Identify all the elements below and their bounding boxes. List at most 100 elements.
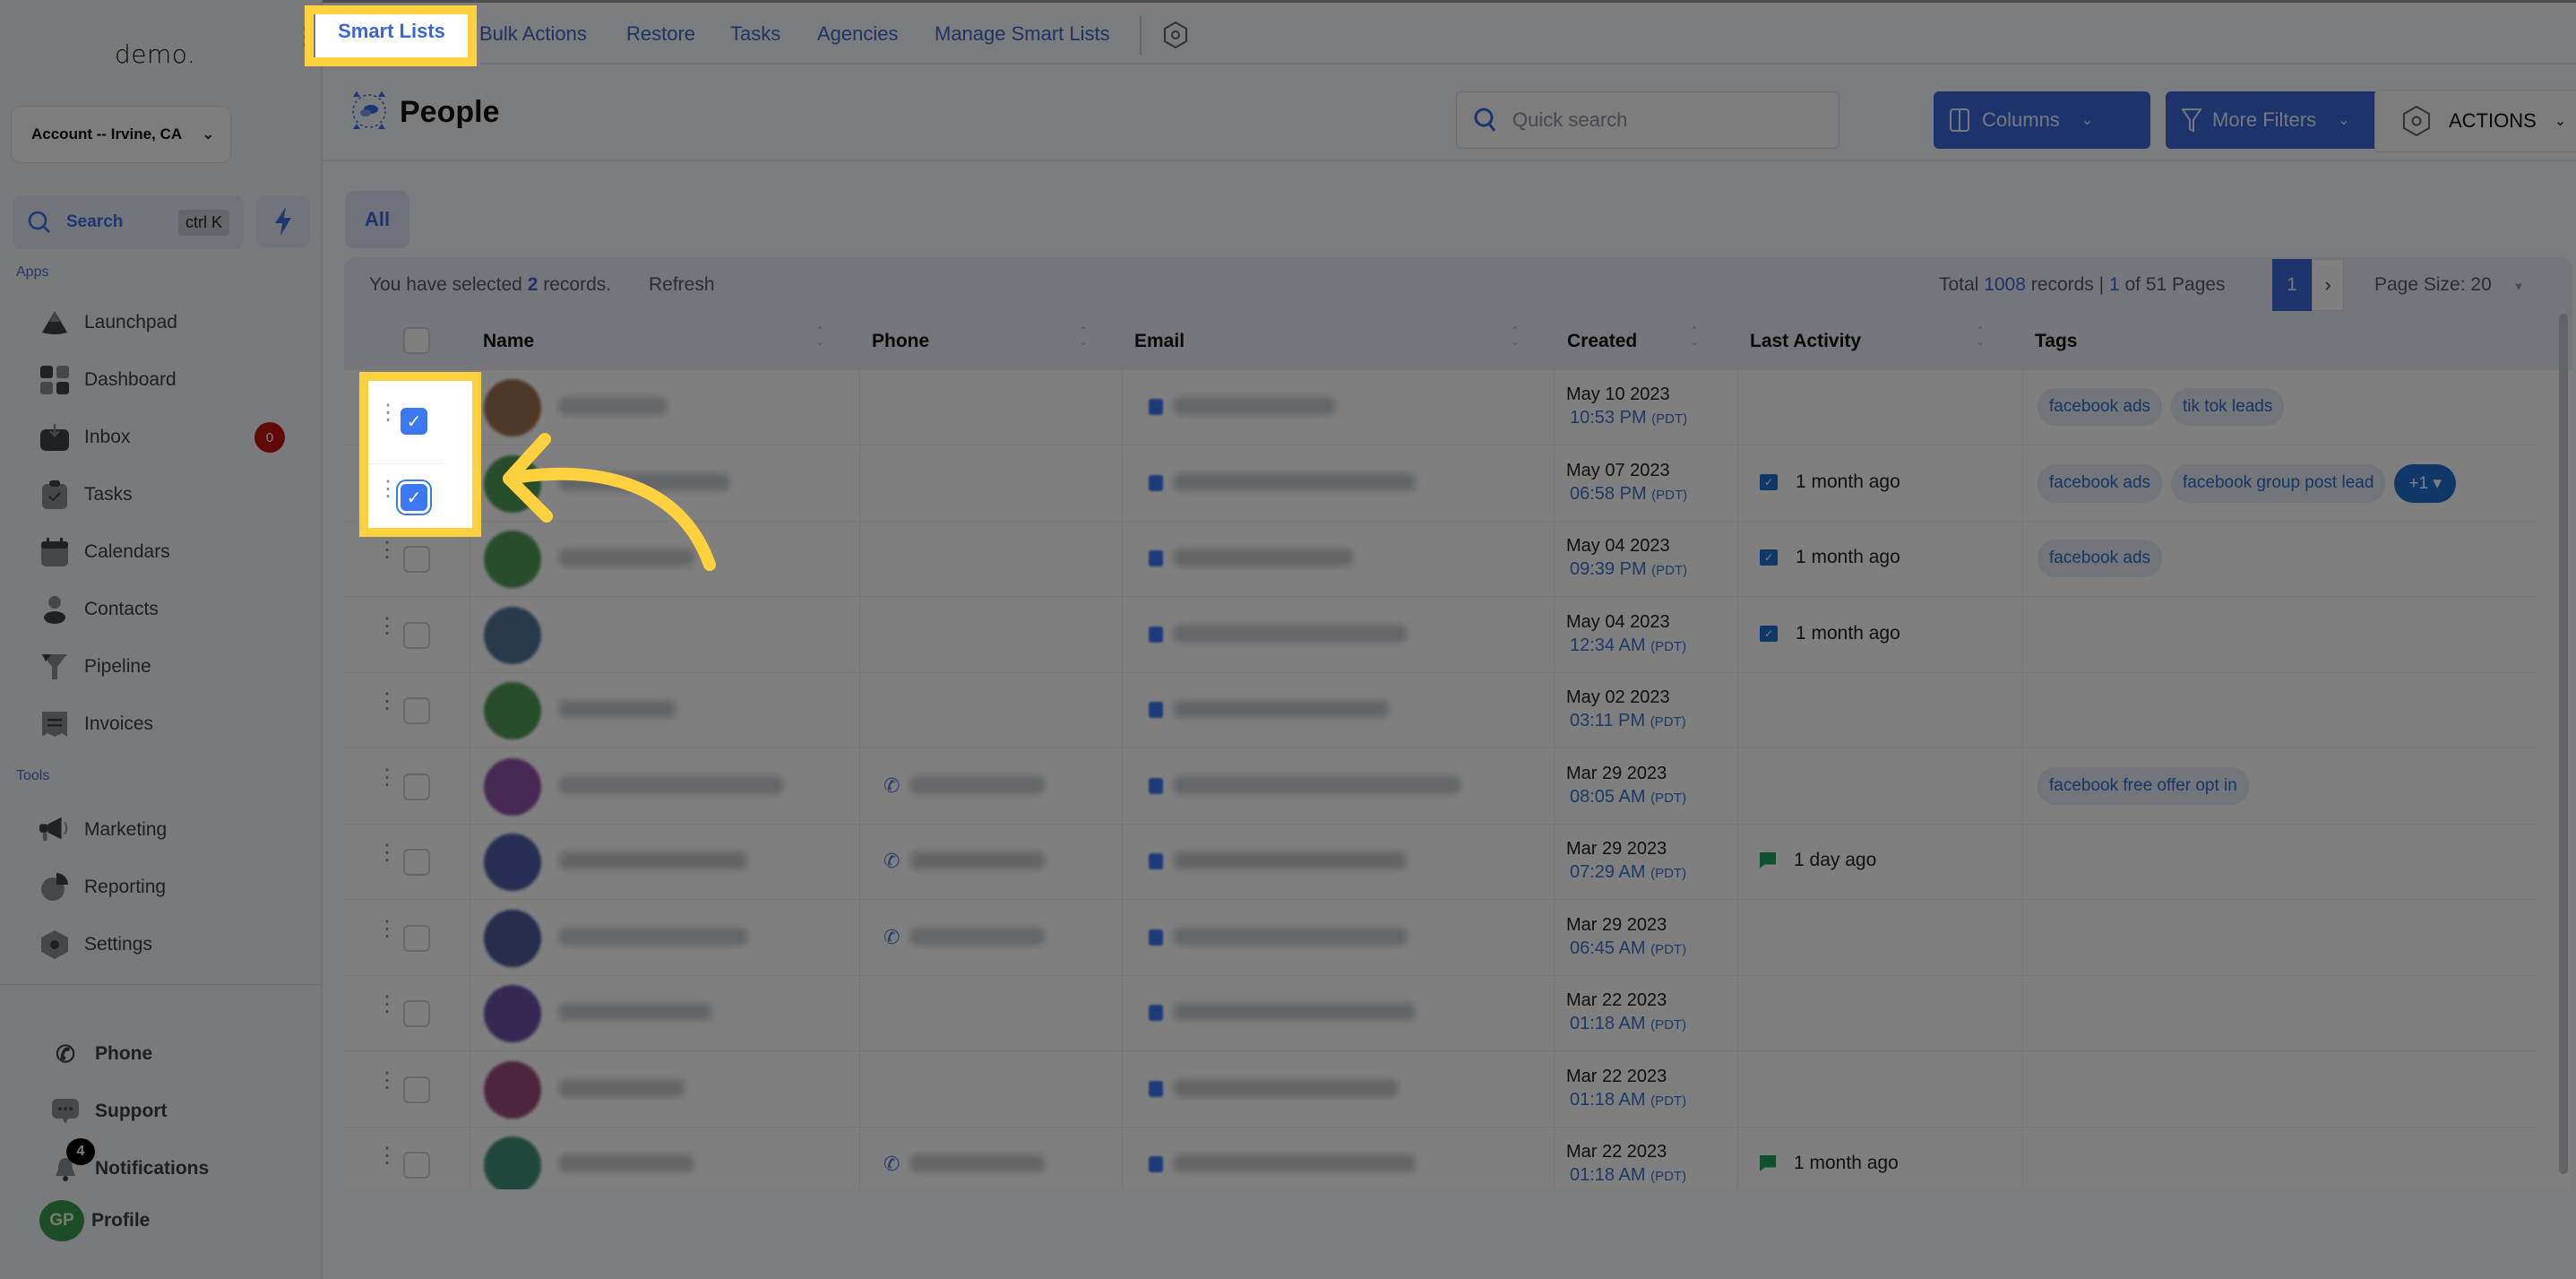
tab-all[interactable]: All [345,191,409,248]
email-redacted[interactable] [1174,397,1335,415]
tag-chip[interactable]: facebook ads [2038,463,2163,503]
contact-name-redacted[interactable] [559,1154,694,1172]
row-menu-icon[interactable]: ⋮ [376,1069,398,1091]
sidebar-item-inbox[interactable]: Inbox 0 [39,418,299,457]
page-size-select[interactable]: Page Size: 20 ▼ [2374,274,2524,296]
contact-name-redacted[interactable] [559,1003,711,1021]
table-row[interactable]: ⋮✓May 10 202310:53 PM (PDT)facebook adst… [344,370,2539,445]
quick-search-input[interactable] [1512,108,1817,132]
row-checkbox[interactable] [403,697,430,724]
table-row[interactable]: ⋮ ✆ Mar 29 2023 07:29 AM (PDT) 1 day ago [344,825,2539,900]
sort-icon[interactable]: ⌃ ⌄ [1690,325,1699,347]
contact-name-redacted[interactable] [559,549,694,566]
column-header-tags[interactable]: Tags [2035,331,2077,352]
column-header-created[interactable]: Created [1567,331,1637,352]
tab-manage-smart-lists[interactable]: Manage Smart Lists [935,22,1110,46]
tab-agencies[interactable]: Agencies [817,22,899,46]
sidebar-search-button[interactable]: Search ctrl K [13,195,244,249]
more-tags-button[interactable]: +1 ▾ [2394,463,2456,503]
contact-name-redacted[interactable] [559,472,729,491]
row-menu-icon[interactable]: ⋮ [376,1145,398,1167]
sidebar-item-dashboard[interactable]: Dashboard [39,360,299,400]
tag-chip[interactable]: facebook free offer opt in [2038,766,2249,805]
email-redacted[interactable] [1174,851,1407,869]
columns-button[interactable]: Columns ⌄ [1934,91,2150,149]
column-header-last-activity[interactable]: Last Activity [1750,331,1861,352]
refresh-link[interactable]: Refresh [649,274,715,296]
tab-tasks[interactable]: Tasks [730,22,780,46]
sort-icon[interactable]: ⌃ ⌄ [1511,325,1520,347]
sidebar-item-contacts[interactable]: Contacts [39,590,299,629]
sort-icon[interactable]: ⌃ ⌄ [1976,325,1985,347]
sidebar-item-invoices[interactable]: Invoices [39,704,299,744]
contact-name-redacted[interactable] [559,775,783,794]
table-row[interactable]: ⋮ May 04 2023 12:34 AM (PDT) ✓ 1 month ago [344,598,2539,673]
phone-number-redacted[interactable] [910,1154,1045,1172]
table-row[interactable]: ⋮ May 02 2023 03:11 PM (PDT) [344,673,2539,748]
row-menu-icon[interactable]: ⋮ [376,615,398,636]
email-redacted[interactable] [1174,1003,1416,1021]
email-redacted[interactable] [1174,775,1460,794]
email-redacted[interactable] [1174,472,1416,491]
email-redacted[interactable] [1174,927,1407,946]
table-row[interactable]: ⋮ ✆ Mar 22 2023 01:18 AM (PDT) 1 month ago [344,1128,2539,1189]
email-redacted[interactable] [1174,1154,1416,1172]
sidebar-item-profile[interactable]: GP Profile [39,1200,299,1241]
select-all-checkbox[interactable] [403,327,430,354]
sidebar-item-calendars[interactable]: Calendars [39,532,299,572]
contact-name-redacted[interactable] [559,1078,685,1097]
row-checkbox[interactable] [403,773,430,800]
table-row[interactable]: ⋮ May 04 2023 09:39 PM (PDT) ✓ 1 month ago fa… [344,522,2539,597]
sort-icon[interactable]: ⌃ ⌄ [1079,325,1088,347]
quick-search-field[interactable] [1456,91,1839,149]
table-scrollbar[interactable] [2559,314,2568,1174]
sidebar-item-launchpad[interactable]: Launchpad [39,303,299,342]
contact-name-redacted[interactable] [559,927,747,946]
column-header-email[interactable]: Email [1134,331,1185,352]
column-header-name[interactable]: Name [483,331,534,352]
row-menu-icon[interactable]: ⋮ [376,766,398,788]
email-redacted[interactable] [1174,624,1407,643]
table-row[interactable]: ⋮✓May 07 202306:58 PM (PDT)✓1 month agof… [344,446,2539,522]
tag-chip[interactable]: facebook ads [2038,540,2163,577]
tab-restore[interactable]: Restore [626,22,695,46]
page-1-button[interactable]: 1 [2272,259,2312,311]
more-filters-button[interactable]: More Filters ⌄ [2166,91,2390,149]
row-checkbox[interactable] [403,1000,430,1027]
row-checkbox[interactable] [403,1152,430,1179]
email-redacted[interactable] [1174,1078,1398,1097]
table-row[interactable]: ⋮ Mar 22 2023 01:18 AM (PDT) [344,976,2539,1051]
sidebar-item-phone[interactable]: ✆ Phone [50,1034,310,1074]
tag-chip[interactable]: facebook group post lead [2171,463,2386,503]
table-row[interactable]: ⋮ ✆ Mar 29 2023 06:45 AM (PDT) [344,901,2539,976]
quick-actions-button[interactable] [256,195,310,247]
contact-name-redacted[interactable] [559,851,747,869]
sidebar-item-tasks[interactable]: Tasks [39,475,299,514]
sidebar-item-pipeline[interactable]: Pipeline [39,647,299,687]
row-menu-icon[interactable]: ⋮ [376,540,398,561]
contact-name-redacted[interactable] [559,397,667,415]
settings-gear-icon[interactable] [1163,21,1188,54]
email-redacted[interactable] [1174,700,1389,718]
account-switcher[interactable]: Account -- Irvine, CA ⌄ [11,106,231,163]
tag-chip[interactable]: facebook ads [2038,388,2163,426]
row-menu-icon[interactable]: ⋮ [376,843,398,864]
sidebar-item-settings[interactable]: Settings [39,925,299,964]
row-menu-icon[interactable]: ⋮ [376,691,398,713]
phone-number-redacted[interactable] [910,927,1045,946]
next-page-button[interactable]: › [2312,259,2344,311]
row-checkbox[interactable] [403,546,430,573]
row-menu-icon[interactable]: ⋮ [376,994,398,1015]
row-menu-icon[interactable]: ⋮ [376,918,398,939]
row-checkbox[interactable] [403,1076,430,1103]
row-checkbox[interactable] [403,849,430,876]
contact-name-redacted[interactable] [559,700,676,718]
email-redacted[interactable] [1174,549,1353,566]
actions-button[interactable]: ACTIONS ⌄ [2374,90,2576,152]
tag-chip[interactable]: tik tok leads [2171,388,2285,426]
tab-bulk-actions[interactable]: Bulk Actions [479,22,587,46]
row-checkbox[interactable] [403,924,430,952]
table-row[interactable]: ⋮ Mar 22 2023 01:18 AM (PDT) [344,1052,2539,1128]
sidebar-item-reporting[interactable]: Reporting [39,868,299,907]
column-header-phone[interactable]: Phone [872,331,929,352]
